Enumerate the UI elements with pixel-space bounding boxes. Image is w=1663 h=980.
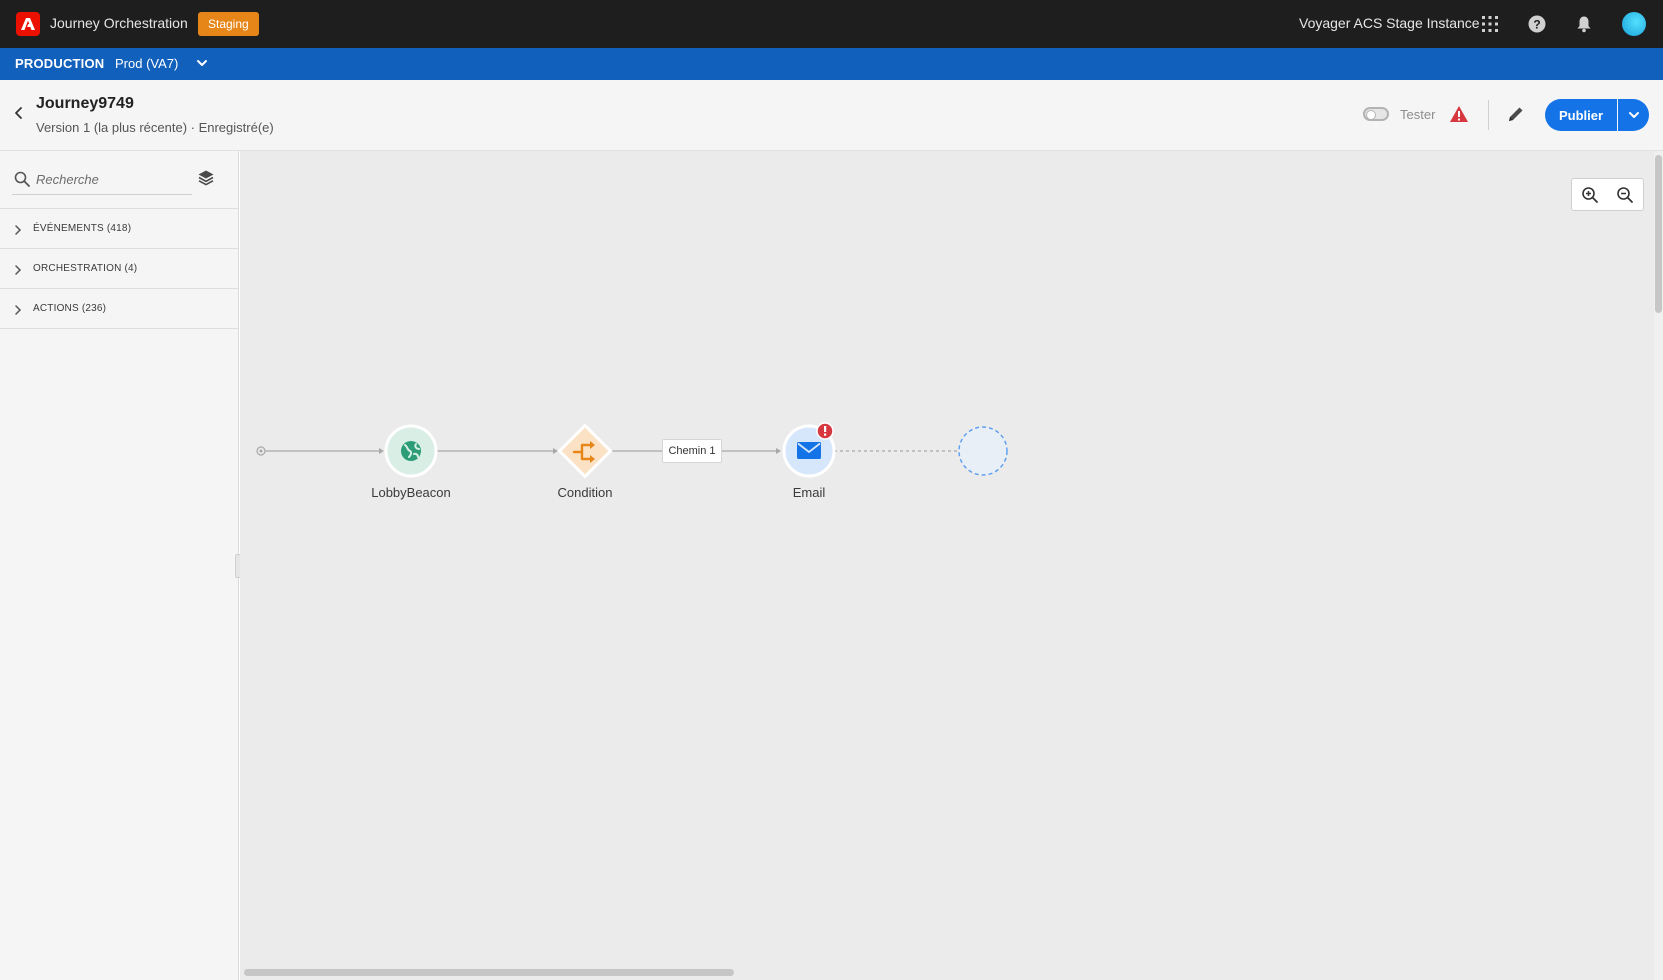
node-label-condition: Condition: [557, 485, 613, 500]
avatar[interactable]: [1622, 12, 1646, 36]
journey-version: Version 1 (la plus récente) · Enregistré…: [36, 120, 274, 135]
path-label[interactable]: Chemin 1: [662, 439, 722, 463]
email-node[interactable]: [782, 422, 836, 478]
adobe-logo-icon[interactable]: [16, 12, 40, 36]
publish-menu-button[interactable]: [1618, 99, 1649, 131]
left-panel: ÉVÉNEMENTS (418) ORCHESTRATION (4) ACTIO…: [0, 151, 239, 980]
environment-label: PRODUCTION: [15, 56, 105, 71]
app-title[interactable]: Journey Orchestration: [50, 15, 188, 31]
condition-node[interactable]: [557, 423, 613, 479]
instance-name[interactable]: Voyager ACS Stage Instance: [1299, 15, 1480, 31]
category-label: ACTIONS (236): [33, 303, 107, 314]
search-input[interactable]: [36, 167, 186, 191]
category-events[interactable]: ÉVÉNEMENTS (418): [0, 209, 238, 249]
node-label-lobbybeacon: LobbyBeacon: [371, 485, 451, 500]
category-list: ÉVÉNEMENTS (418) ORCHESTRATION (4) ACTIO…: [0, 208, 238, 329]
layers-icon[interactable]: [197, 169, 215, 187]
back-arrow-icon[interactable]: [10, 104, 28, 122]
svg-text:?: ?: [1533, 18, 1540, 32]
chevron-down-icon: [1628, 112, 1639, 118]
zoom-out-icon[interactable]: [1608, 179, 1644, 210]
chevron-down-icon[interactable]: [193, 54, 211, 72]
journey-name: Journey9749: [36, 95, 134, 112]
staging-badge: Staging: [198, 12, 259, 36]
error-badge-icon: [816, 422, 834, 440]
journey-header: Journey9749 Version 1 (la plus récente) …: [0, 80, 1663, 151]
vertical-scrollbar-thumb[interactable]: [1655, 155, 1662, 313]
chevron-right-icon: [12, 263, 24, 275]
event-node-lobbybeacon[interactable]: [384, 424, 438, 478]
edit-pencil-icon[interactable]: [1506, 104, 1526, 124]
notifications-icon[interactable]: [1572, 12, 1596, 36]
sandbox-selector[interactable]: Prod (VA7): [115, 56, 178, 71]
search-icon: [14, 171, 30, 187]
help-icon[interactable]: ?: [1525, 12, 1549, 36]
search-box: [12, 163, 192, 195]
node-label-email: Email: [792, 485, 826, 500]
zoom-controls: [1571, 178, 1644, 211]
envelope-icon: [797, 442, 821, 459]
top-bar: Journey Orchestration Staging Voyager AC…: [0, 0, 1663, 48]
zoom-in-icon[interactable]: [1572, 179, 1608, 210]
org-bar: PRODUCTION Prod (VA7): [0, 48, 1663, 80]
app-switcher-icon[interactable]: [1478, 12, 1502, 36]
chevron-right-icon: [12, 223, 24, 235]
empty-drop-node[interactable]: [958, 426, 1008, 476]
category-label: ORCHESTRATION (4): [33, 263, 138, 274]
category-label: ÉVÉNEMENTS (418): [33, 223, 132, 234]
chevron-right-icon: [12, 303, 24, 315]
warning-icon[interactable]: [1449, 104, 1469, 124]
category-actions[interactable]: ACTIONS (236): [0, 289, 238, 329]
category-orchestration[interactable]: ORCHESTRATION (4): [0, 249, 238, 289]
tester-label: Tester: [1400, 107, 1436, 122]
header-divider: [1488, 100, 1489, 130]
horizontal-scrollbar-thumb[interactable]: [244, 969, 734, 976]
publish-button[interactable]: Publier: [1545, 99, 1617, 131]
journey-flow: [256, 422, 1008, 479]
journey-canvas[interactable]: LobbyBeacon Condition Email Chemin 1: [240, 151, 1663, 980]
tester-toggle[interactable]: [1363, 107, 1389, 121]
